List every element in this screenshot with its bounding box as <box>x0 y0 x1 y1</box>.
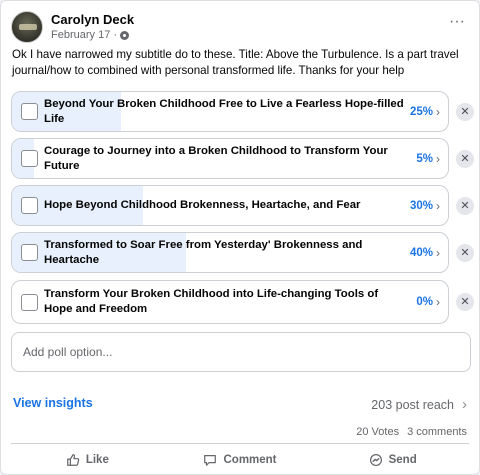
speech-bubble-icon <box>204 455 217 466</box>
globe-icon <box>119 30 129 40</box>
post-header: Carolyn Deck February 17 · ··· <box>11 11 469 43</box>
vote-percent[interactable]: 25% › <box>410 92 440 131</box>
post-text: Ok I have narrowed my subtitle do to the… <box>12 48 459 77</box>
vote-percent[interactable]: 30% › <box>410 186 440 225</box>
chevron-right-icon: › <box>436 198 440 213</box>
author-name[interactable]: Carolyn Deck <box>51 12 134 27</box>
remove-option-button[interactable]: ✕ <box>456 244 474 262</box>
messenger-icon <box>369 453 382 467</box>
divider <box>11 443 469 444</box>
poll-option-row: Beyond Your Broken Childhood Free to Liv… <box>11 91 474 132</box>
view-insights-link[interactable]: View insights <box>13 396 93 410</box>
poll-option[interactable]: Transform Your Broken Childhood into Lif… <box>11 280 449 324</box>
vote-percent-value: 30% <box>409 199 433 212</box>
poll-option[interactable]: Transformed to Soar Free from Yesterday'… <box>11 232 449 273</box>
avatar[interactable] <box>11 11 43 43</box>
poll-option-label: Transformed to Soar Free from Yesterday'… <box>44 238 363 266</box>
vote-percent-value: 25% <box>409 105 433 118</box>
vote-checkbox[interactable] <box>21 294 38 311</box>
insights-row: View insights 203 post reach › <box>13 396 467 414</box>
remove-option-button[interactable]: ✕ <box>456 293 474 311</box>
vote-percent[interactable]: 40% › <box>410 233 440 272</box>
vote-percent-value: 40% <box>409 246 433 259</box>
post-date[interactable]: February 17 <box>51 29 110 41</box>
poll-option-label: Beyond Your Broken Childhood Free to Liv… <box>44 97 404 125</box>
more-options-icon[interactable]: ··· <box>445 14 469 35</box>
poll-option[interactable]: Hope Beyond Childhood Brokenness, Hearta… <box>11 185 449 226</box>
vote-percent-value: 0% <box>416 296 433 308</box>
chevron-right-icon: › <box>436 104 440 119</box>
remove-option-button[interactable]: ✕ <box>456 150 474 168</box>
comments-count[interactable]: 3 comments <box>407 426 467 438</box>
poll-option-label: Transform Your Broken Childhood into Lif… <box>44 288 379 315</box>
poll-option-row: Courage to Journey into a Broken Childho… <box>11 138 474 179</box>
vote-percent[interactable]: 5% › <box>416 139 440 178</box>
chevron-right-icon: › <box>462 396 467 413</box>
poll-option-label: Hope Beyond Childhood Brokenness, Hearta… <box>44 199 361 211</box>
send-label: Send <box>388 454 417 466</box>
like-label: Like <box>85 454 109 466</box>
votes-count[interactable]: 20 Votes <box>356 426 399 438</box>
post-stats: 20 Votes 3 comments <box>356 426 467 438</box>
vote-percent-value: 5% <box>416 152 433 165</box>
poll-option[interactable]: Beyond Your Broken Childhood Free to Liv… <box>11 91 449 132</box>
comment-label: Comment <box>223 454 277 466</box>
remove-option-button[interactable]: ✕ <box>456 197 474 215</box>
poll-option-row: Hope Beyond Childhood Brokenness, Hearta… <box>11 185 474 226</box>
comment-button[interactable]: Comment <box>164 447 317 473</box>
send-button[interactable]: Send <box>316 447 469 473</box>
vote-checkbox[interactable] <box>21 103 38 120</box>
chevron-right-icon: › <box>436 245 440 260</box>
poll-option-row: Transformed to Soar Free from Yesterday'… <box>11 232 474 273</box>
add-poll-option-input[interactable]: Add poll option... <box>11 332 471 372</box>
chevron-right-icon: › <box>436 295 440 309</box>
post-reach-label: 203 post reach <box>371 397 454 412</box>
date-separator: · <box>113 29 117 41</box>
vote-checkbox[interactable] <box>21 244 38 261</box>
action-bar: Like Comment Send <box>11 447 469 473</box>
vote-checkbox[interactable] <box>21 197 38 214</box>
chevron-right-icon: › <box>436 151 440 166</box>
poll-option-label: Courage to Journey into a Broken Childho… <box>44 144 388 172</box>
remove-option-button[interactable]: ✕ <box>456 103 474 121</box>
poll-option[interactable]: Courage to Journey into a Broken Childho… <box>11 138 449 179</box>
post-meta: February 17 · <box>51 29 129 41</box>
vote-checkbox[interactable] <box>21 150 38 167</box>
post-card: Carolyn Deck February 17 · ··· Ok I have… <box>0 0 480 475</box>
like-button[interactable]: Like <box>11 447 164 473</box>
thumbs-up-icon <box>66 454 80 466</box>
post-reach[interactable]: 203 post reach › <box>371 396 467 413</box>
poll-option-row: Transform Your Broken Childhood into Lif… <box>11 280 474 324</box>
vote-percent[interactable]: 0% › <box>416 281 440 323</box>
